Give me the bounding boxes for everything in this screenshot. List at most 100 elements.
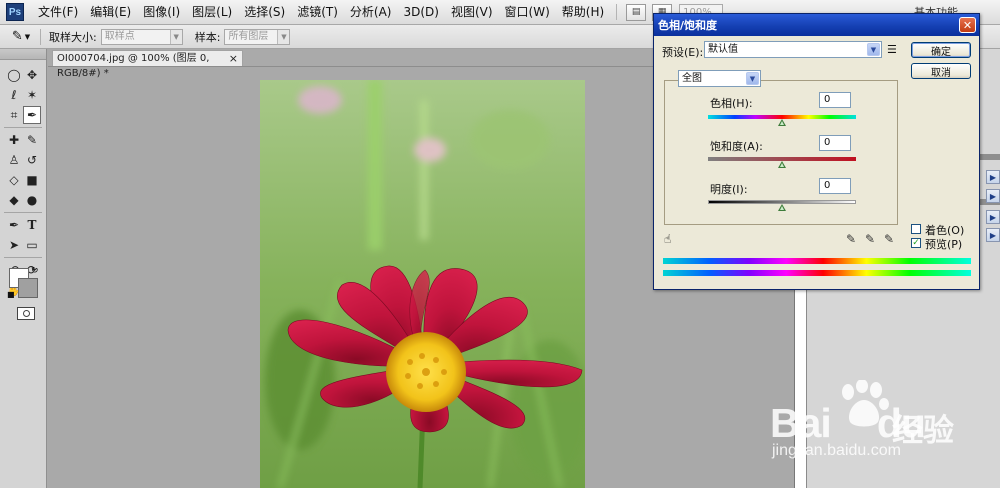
expand-panel-icon[interactable]: ▶ — [986, 210, 1000, 224]
dodge-tool[interactable]: ● — [23, 191, 41, 209]
subtract-from-sample-eyedropper-icon[interactable]: ✎ — [884, 232, 894, 246]
close-document-icon[interactable]: × — [229, 51, 238, 66]
eyedropper-icon[interactable]: ✎ — [846, 232, 856, 246]
sample-label: 样本: — [194, 30, 221, 44]
sample-select[interactable]: 所有图层 ▼ — [224, 28, 291, 45]
menu-file[interactable]: 文件(F) — [32, 0, 84, 25]
tool-divider — [4, 212, 42, 213]
brush-icon: ✎ — [26, 133, 38, 147]
baidu-jingyan-watermark: Bai du 经验 jingyan.baidu.com — [752, 378, 992, 488]
targeted-adjustment-hand-icon[interactable]: ☝ — [664, 232, 671, 246]
swap-colors-icon[interactable]: ↻ — [31, 266, 39, 276]
gradient-icon: ■ — [26, 173, 38, 187]
document-image — [260, 80, 585, 488]
type-tool[interactable]: T — [23, 216, 41, 234]
crop-icon: ⌗ — [10, 107, 18, 122]
lightness-slider-thumb[interactable] — [778, 204, 786, 211]
quick-mask-icon — [22, 310, 30, 317]
tool-preset-picker[interactable]: ✎ ▼ — [6, 29, 36, 44]
input-color-bar — [663, 258, 971, 264]
menu-filter[interactable]: 滤镜(T) — [291, 0, 344, 25]
clone-stamp-tool[interactable]: ♙ — [5, 151, 23, 169]
saturation-slider-thumb[interactable] — [778, 161, 786, 168]
preset-options-icon[interactable]: ☰ — [887, 43, 897, 56]
bridge-icon: ▤ — [631, 7, 641, 17]
chevron-down-icon: ▼ — [277, 29, 290, 44]
document-tab[interactable]: OI000704.jpg @ 100% (图层 0, RGB/8#) * × — [52, 50, 243, 79]
close-icon: ✕ — [962, 18, 973, 32]
hue-input[interactable]: 0 — [819, 92, 851, 108]
photoshop-logo: Ps — [6, 3, 24, 21]
default-colors-icon[interactable]: ■ — [7, 290, 15, 299]
stamp-icon: ♙ — [8, 153, 20, 167]
history-brush-tool[interactable]: ↺ — [23, 151, 41, 169]
eyedropper-icon: ✎ — [11, 29, 23, 44]
menu-help[interactable]: 帮助(H) — [556, 0, 610, 25]
elliptical-marquee-tool[interactable]: ◯ — [5, 66, 23, 84]
options-divider — [40, 28, 41, 45]
colorize-checkbox[interactable] — [911, 224, 921, 234]
menu-window[interactable]: 窗口(W) — [499, 0, 556, 25]
menu-image[interactable]: 图像(I) — [137, 0, 186, 25]
menu-analysis[interactable]: 分析(A) — [344, 0, 398, 25]
background-color-swatch[interactable] — [18, 278, 38, 298]
pen-tool[interactable]: ✒ — [5, 216, 23, 234]
output-color-bar — [663, 270, 971, 276]
bridge-button[interactable]: ▤ — [626, 3, 647, 21]
watermark-url: jingyan.baidu.com — [772, 442, 901, 459]
bandage-icon: ✚ — [8, 133, 20, 147]
crop-tool[interactable]: ⌗ — [5, 106, 23, 124]
menu-3d[interactable]: 3D(D) — [397, 0, 444, 25]
dodge-icon: ● — [26, 193, 38, 207]
menu-edit[interactable]: 编辑(E) — [84, 0, 137, 25]
ok-button-label: 确定 — [931, 46, 951, 58]
gradient-tool[interactable]: ■ — [23, 171, 41, 189]
eyedropper-icon: ✒ — [26, 108, 38, 122]
lasso-icon: ℓ — [11, 88, 17, 102]
pen-icon: ✒ — [8, 218, 20, 232]
preview-label: 预览(P) — [925, 238, 963, 251]
sample-size-label: 取样大小: — [49, 30, 97, 44]
dialog-title-bar[interactable]: 色相/饱和度 — [654, 14, 979, 36]
ellipse-icon: ◯ — [7, 68, 21, 82]
path-selection-tool[interactable]: ➤ — [5, 236, 23, 254]
expand-panel-icon[interactable]: ▶ — [986, 170, 1000, 184]
brush-tool[interactable]: ✎ — [23, 131, 41, 149]
menu-layer[interactable]: 图层(L) — [186, 0, 238, 25]
preview-checkbox[interactable]: ✓ — [911, 238, 921, 248]
menu-select[interactable]: 选择(S) — [238, 0, 291, 25]
chevron-down-icon: ▼ — [169, 29, 182, 44]
lightness-input[interactable]: 0 — [819, 178, 851, 194]
magic-wand-tool[interactable]: ✶ — [23, 86, 41, 104]
channel-select[interactable]: 全图 ▼ — [678, 70, 761, 87]
hue-saturation-dialog: 色相/饱和度 ✕ 预设(E): 默认值 ▼ ☰ 确定 取消 全图 ▼ 色相(H)… — [653, 13, 980, 290]
move-tool[interactable]: ✥ — [23, 66, 41, 84]
blur-tool[interactable]: ◆ — [5, 191, 23, 209]
hue-slider-thumb[interactable] — [778, 119, 786, 126]
preset-select[interactable]: 默认值 ▼ — [704, 41, 882, 58]
rectangle-tool[interactable]: ▭ — [23, 236, 41, 254]
history-brush-icon: ↺ — [26, 153, 38, 167]
tool-divider — [4, 127, 42, 128]
magic-wand-icon: ✶ — [26, 88, 38, 102]
dialog-close-button[interactable]: ✕ — [959, 17, 976, 33]
preset-label: 预设(E): — [662, 46, 704, 59]
eyedropper-tool[interactable]: ✒ — [23, 106, 41, 124]
sample-size-select[interactable]: 取样点 ▼ — [100, 28, 183, 45]
cancel-button[interactable]: 取消 — [911, 63, 971, 79]
expand-panel-icon[interactable]: ▶ — [986, 228, 1000, 242]
expand-panel-icon[interactable]: ▶ — [986, 189, 1000, 203]
ok-button[interactable]: 确定 — [911, 42, 971, 58]
healing-brush-tool[interactable]: ✚ — [5, 131, 23, 149]
chevron-down-icon: ▼ — [24, 32, 31, 41]
tools-panel-grip[interactable] — [0, 49, 46, 60]
saturation-input[interactable]: 0 — [819, 135, 851, 151]
watermark-brand-bai: Bai — [770, 400, 832, 446]
hue-label: 色相(H): — [710, 97, 753, 110]
add-to-sample-eyedropper-icon[interactable]: ✎ — [865, 232, 875, 246]
menu-view[interactable]: 视图(V) — [445, 0, 499, 25]
quick-mask-button[interactable] — [17, 307, 35, 320]
eraser-tool[interactable]: ◇ — [5, 171, 23, 189]
tool-divider — [4, 257, 42, 258]
lasso-tool[interactable]: ℓ — [5, 86, 23, 104]
